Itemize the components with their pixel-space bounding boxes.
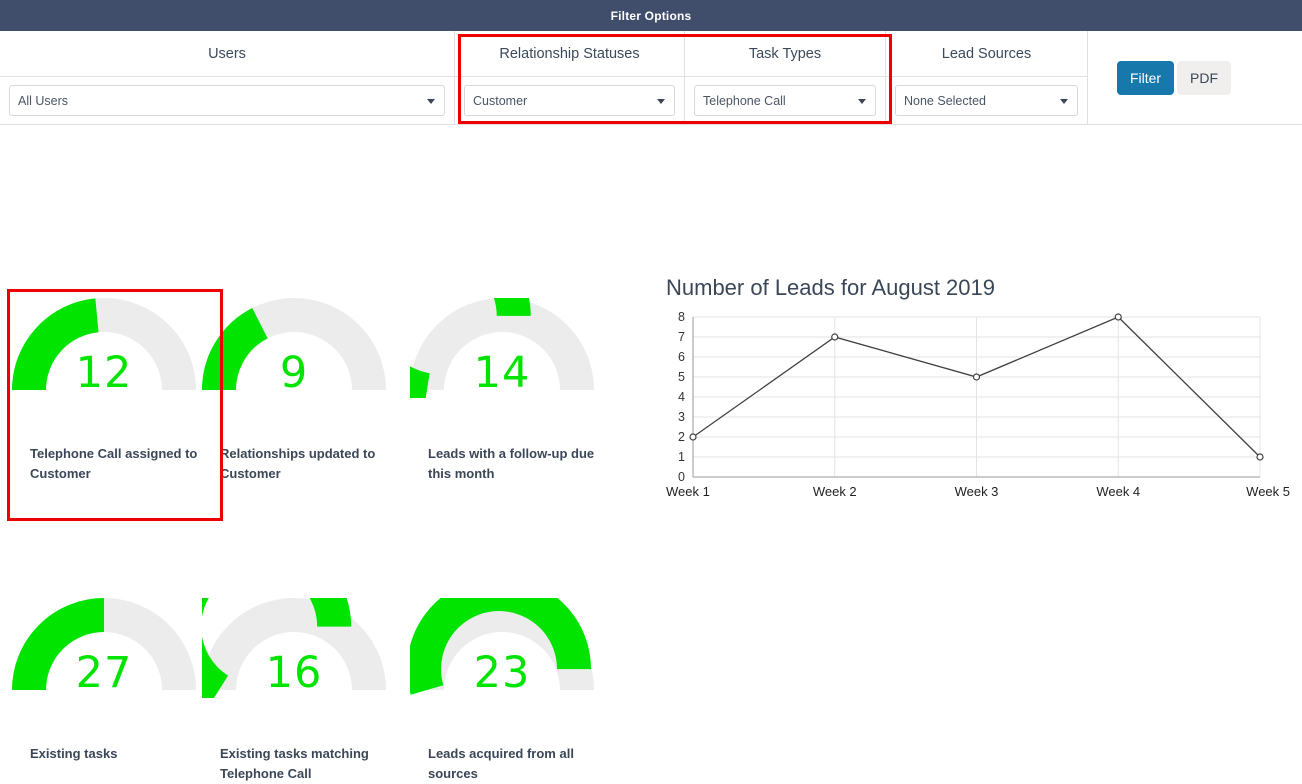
gauge-row-2: 27 Existing tasks 16 Existing tasks matc… [0,580,624,784]
chart-area: 0 1 2 3 4 5 6 7 8 Week 1 Week 2 Week 3 Week 4 Week 5 [655,309,1295,514]
filter-button[interactable]: Filter [1117,61,1174,95]
chart-data-point [832,334,838,340]
pdf-button[interactable]: PDF [1177,61,1231,95]
gauge-row-1: 12 Telephone Call assigned to Customer 9… [0,280,624,484]
chart-title: Number of Leads for August 2019 [655,275,1295,301]
x-tick-label: Week 5 [1246,484,1290,499]
gauge-value: 9 [190,348,398,398]
users-dropdown[interactable]: All Users [9,85,445,116]
filter-label-users: Users [0,31,454,77]
chevron-down-icon [427,99,435,104]
relationship-statuses-dropdown[interactable]: Customer [464,85,675,116]
gauge-chart: 14 [416,290,624,442]
gauge-card-relationships-updated[interactable]: 9 Relationships updated to Customer [208,280,416,484]
filter-actions: Filter PDF [1088,31,1302,124]
lead-sources-dropdown-value: None Selected [896,94,986,108]
filter-column-relationship-statuses: Relationship Statuses Customer [455,31,685,124]
y-tick-label: 0 [678,470,685,484]
x-tick-label: Week 2 [813,484,857,499]
task-types-dropdown[interactable]: Telephone Call [694,85,876,116]
gauge-chart: 16 [208,590,416,742]
gauge-label: Relationships updated to Customer [208,444,416,484]
gauge-card-leads-followup[interactable]: 14 Leads with a follow-up due this month [416,280,624,484]
gauge-value: 16 [190,648,398,698]
filter-label-task-types: Task Types [685,31,885,77]
y-tick-label: 1 [678,450,685,464]
gauge-chart: 12 [0,290,208,442]
gauge-label: Leads acquired from all sources [416,744,624,784]
chart-data-point [690,434,696,440]
gauge-chart: 9 [208,290,416,442]
y-tick-label: 3 [678,410,685,424]
gauge-value: 23 [398,648,606,698]
chevron-down-icon [657,99,665,104]
gauge-value: 27 [0,648,208,698]
chart-data-point [1257,454,1263,460]
y-tick-label: 5 [678,370,685,384]
task-types-dropdown-value: Telephone Call [695,94,786,108]
filter-label-relationship-statuses: Relationship Statuses [455,31,684,77]
gauge-label: Leads with a follow-up due this month [416,444,624,484]
gauge-label: Existing tasks [0,744,208,764]
gauge-label: Existing tasks matching Telephone Call [208,744,416,784]
x-tick-label: Week 4 [1096,484,1140,499]
filter-column-task-types: Task Types Telephone Call [685,31,886,124]
filter-column-users: Users All Users [0,31,455,124]
gauge-card-telephone-call-assigned[interactable]: 12 Telephone Call assigned to Customer [0,280,208,484]
gauge-chart: 23 [416,590,624,742]
dashboard-main: 12 Telephone Call assigned to Customer 9… [0,125,1302,743]
filter-options-title: Filter Options [611,9,692,23]
y-tick-label: 8 [678,310,685,324]
users-dropdown-value: All Users [10,94,68,108]
gauge-value: 12 [0,348,208,398]
y-tick-label: 6 [678,350,685,364]
relationship-statuses-dropdown-value: Customer [465,94,527,108]
gauge-card-existing-tasks-matching[interactable]: 16 Existing tasks matching Telephone Cal… [208,580,416,784]
chart-data-point [974,374,980,380]
line-chart-svg: 0 1 2 3 4 5 6 7 8 Week 1 Week 2 Week 3 Week 4 Week 5 [655,309,1295,509]
filter-column-actions: Filter PDF [1088,31,1302,124]
gauge-card-leads-acquired[interactable]: 23 Leads acquired from all sources [416,580,624,784]
gauge-value: 14 [398,348,606,398]
filter-label-lead-sources: Lead Sources [886,31,1087,77]
y-tick-label: 4 [678,390,685,404]
gauge-card-existing-tasks[interactable]: 27 Existing tasks [0,580,208,784]
leads-chart-panel: Number of Leads for August 2019 0 1 2 3 4 5 6 7… [655,275,1295,514]
filter-columns: Users All Users Relationship Statuses Cu… [0,31,1302,124]
x-tick-label: Week 1 [666,484,710,499]
y-tick-label: 2 [678,430,685,444]
chart-data-point [1115,314,1121,320]
y-tick-label: 7 [678,330,685,344]
filter-panel: Users All Users Relationship Statuses Cu… [0,31,1302,125]
filter-options-header: Filter Options [0,0,1302,31]
chevron-down-icon [1060,99,1068,104]
x-tick-label: Week 3 [955,484,999,499]
lead-sources-dropdown[interactable]: None Selected [895,85,1078,116]
chevron-down-icon [858,99,866,104]
filter-column-lead-sources: Lead Sources None Selected [886,31,1088,124]
gauge-chart: 27 [0,590,208,742]
gauge-label: Telephone Call assigned to Customer [0,444,208,484]
